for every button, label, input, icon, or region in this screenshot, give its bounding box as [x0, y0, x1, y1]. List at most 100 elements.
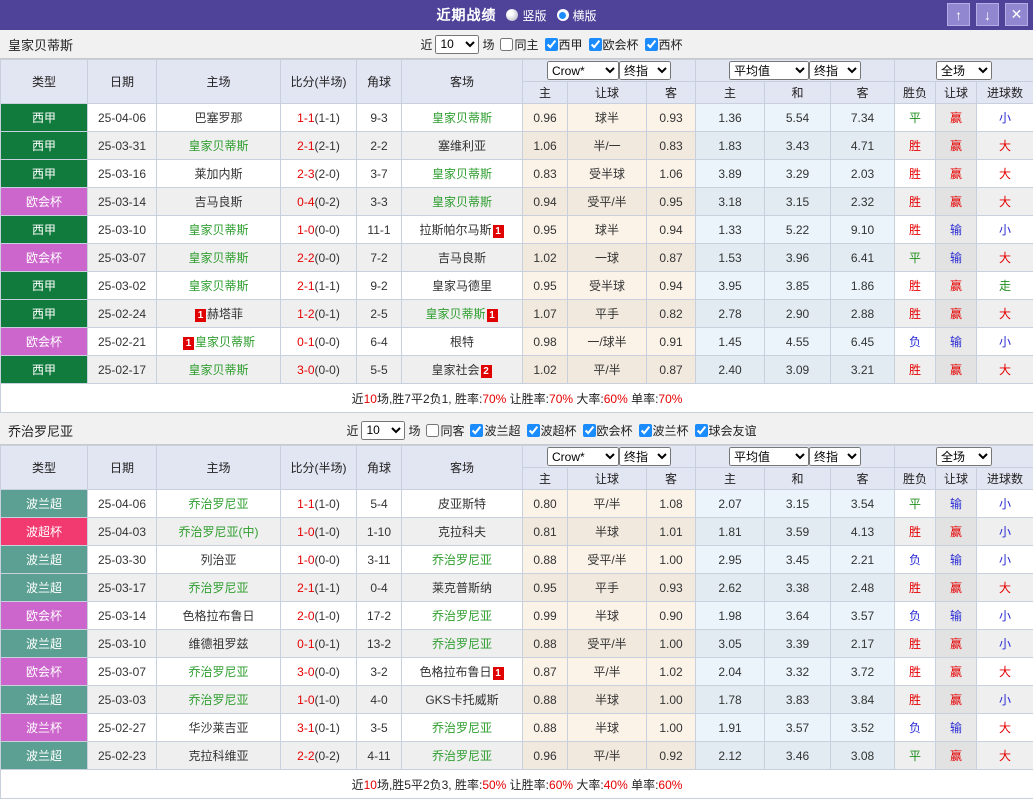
same-venue-checkbox[interactable] [500, 38, 513, 51]
odds-stage-select[interactable]: 终指 [619, 61, 671, 80]
result-goals: 小 [977, 104, 1033, 132]
red-card-badge: 1 [487, 309, 498, 322]
league-checkbox[interactable] [589, 38, 602, 51]
handicap-odds-1: 受半球 [568, 272, 647, 300]
league-checkbox[interactable] [527, 424, 540, 437]
league-label: 波兰杯 [653, 422, 689, 439]
league-checkbox-label[interactable]: 西甲 [545, 36, 583, 53]
away-team-label: 莱克普斯纳 [432, 581, 492, 595]
league-checkbox-label[interactable]: 波兰杯 [639, 422, 689, 439]
avg-odds-group: 平均值终指 [696, 446, 895, 468]
handicap-odds-1: 球半 [568, 104, 647, 132]
table-row: 波兰超25-03-30列治亚1-0(0-0)3-11乔治罗尼亚0.88受平/半1… [1, 546, 1033, 574]
home-cell: 巴塞罗那 [157, 104, 281, 132]
team-name: 乔治罗尼亚 [8, 421, 73, 440]
home-team-name: 皇家贝蒂斯 [188, 363, 248, 377]
handicap-odds-1: 半球 [568, 602, 647, 630]
fulltime-score: 3-1 [297, 721, 314, 735]
halftime-score: (1-0) [315, 525, 340, 539]
layout-radio-horizontal[interactable]: 横版 [557, 7, 597, 24]
move-down-button[interactable]: ↓ [976, 3, 999, 26]
score-cell: 2-1(1-1) [281, 574, 357, 602]
summary-segment: 场,胜7平2负1, 胜率: [377, 392, 482, 406]
league-checkbox[interactable] [470, 424, 483, 437]
average-odds-0: 3.89 [696, 160, 765, 188]
period-select[interactable]: 全场 [936, 61, 992, 80]
league-checkbox-label[interactable]: 波超杯 [527, 422, 577, 439]
layout-radio-vertical[interactable]: 竖版 [506, 7, 546, 24]
league-checkbox[interactable] [639, 424, 652, 437]
match-count-select[interactable]: 10 [435, 35, 479, 54]
league-checkbox[interactable] [583, 424, 596, 437]
away-team-name: 吉马良斯 [438, 251, 486, 265]
home-team-label: 皇家贝蒂斯 [188, 139, 248, 153]
score-cell: 1-0(0-0) [281, 216, 357, 244]
result-goals: 小 [977, 490, 1033, 518]
same-venue-checkbox-label[interactable]: 同客 [426, 422, 464, 439]
sub-col-header-3: 主 [696, 82, 765, 104]
league-checkbox[interactable] [645, 38, 658, 51]
average-odds-0: 2.12 [696, 742, 765, 770]
odds-stage-select[interactable]: 终指 [619, 447, 671, 466]
sub-col-header-5: 客 [831, 82, 895, 104]
league-checkbox-label[interactable]: 欧会杯 [583, 422, 633, 439]
radio-unchecked-icon[interactable] [506, 9, 518, 21]
result-value: 小 [999, 693, 1011, 707]
col-header-type: 类型 [1, 60, 88, 104]
league-checkbox[interactable] [695, 424, 708, 437]
result-value: 小 [999, 525, 1011, 539]
odds-stage-select-2[interactable]: 终指 [809, 61, 861, 80]
fulltime-score: 2-3 [297, 167, 314, 181]
league-badge: 西甲 [1, 216, 88, 244]
handicap-odds-2: 0.95 [647, 188, 696, 216]
away-team-label: GKS卡托威斯 [425, 693, 498, 707]
away-team-name: 皇家贝蒂斯 [432, 167, 492, 181]
fulltime-score: 1-1 [297, 497, 314, 511]
summary-segment: 大率: [573, 778, 604, 792]
bookmaker-select[interactable]: Crow* [547, 447, 619, 466]
result-goals: 小 [977, 328, 1033, 356]
move-up-button[interactable]: ↑ [947, 3, 970, 26]
away-cell: 乔治罗尼亚 [402, 714, 523, 742]
away-cell: 吉马良斯 [402, 244, 523, 272]
same-venue-checkbox-label[interactable]: 同主 [500, 36, 538, 53]
result-handicap: 赢 [936, 658, 977, 686]
average-select[interactable]: 平均值 [729, 61, 809, 80]
league-checkbox-label[interactable]: 西杯 [645, 36, 683, 53]
away-team-label: 拉斯帕尔马斯 [419, 223, 491, 237]
result-winlose: 负 [895, 328, 936, 356]
halftime-score: (1-1) [315, 581, 340, 595]
home-team-name: 1赫塔菲 [194, 307, 243, 321]
handicap-odds-2: 1.06 [647, 160, 696, 188]
average-odds-1: 3.39 [765, 630, 831, 658]
fulltime-score: 3-0 [297, 363, 314, 377]
league-checkbox-label[interactable]: 球会友谊 [695, 422, 757, 439]
league-checkbox-label[interactable]: 欧会杯 [589, 36, 639, 53]
average-odds-1: 3.57 [765, 714, 831, 742]
match-date: 25-03-07 [88, 658, 157, 686]
radio-vertical-label: 竖版 [522, 7, 546, 24]
radio-checked-icon[interactable] [557, 9, 569, 21]
home-team-label: 维德祖罗兹 [188, 637, 248, 651]
result-winlose: 胜 [895, 132, 936, 160]
same-venue-checkbox[interactable] [426, 424, 439, 437]
average-select[interactable]: 平均值 [729, 447, 809, 466]
close-button[interactable]: ✕ [1005, 3, 1028, 26]
table-row: 波兰超25-03-17乔治罗尼亚2-1(1-1)0-4莱克普斯纳0.95平手0.… [1, 574, 1033, 602]
match-count-select[interactable]: 10 [361, 421, 405, 440]
result-goals: 大 [977, 160, 1033, 188]
home-team-label: 色格拉布鲁日 [182, 609, 254, 623]
average-odds-2: 6.45 [831, 328, 895, 356]
league-checkbox[interactable] [545, 38, 558, 51]
period-select[interactable]: 全场 [936, 447, 992, 466]
bookmaker-select[interactable]: Crow* [547, 61, 619, 80]
match-date: 25-03-10 [88, 630, 157, 658]
league-badge: 欧会杯 [1, 188, 88, 216]
odds-stage-select-2[interactable]: 终指 [809, 447, 861, 466]
result-handicap: 赢 [936, 104, 977, 132]
result-winlose: 负 [895, 546, 936, 574]
corners-cell: 9-2 [357, 272, 402, 300]
home-team-label: 皇家贝蒂斯 [195, 335, 255, 349]
league-checkbox-label[interactable]: 波兰超 [470, 422, 520, 439]
away-team-label: 乔治罗尼亚 [432, 637, 492, 651]
